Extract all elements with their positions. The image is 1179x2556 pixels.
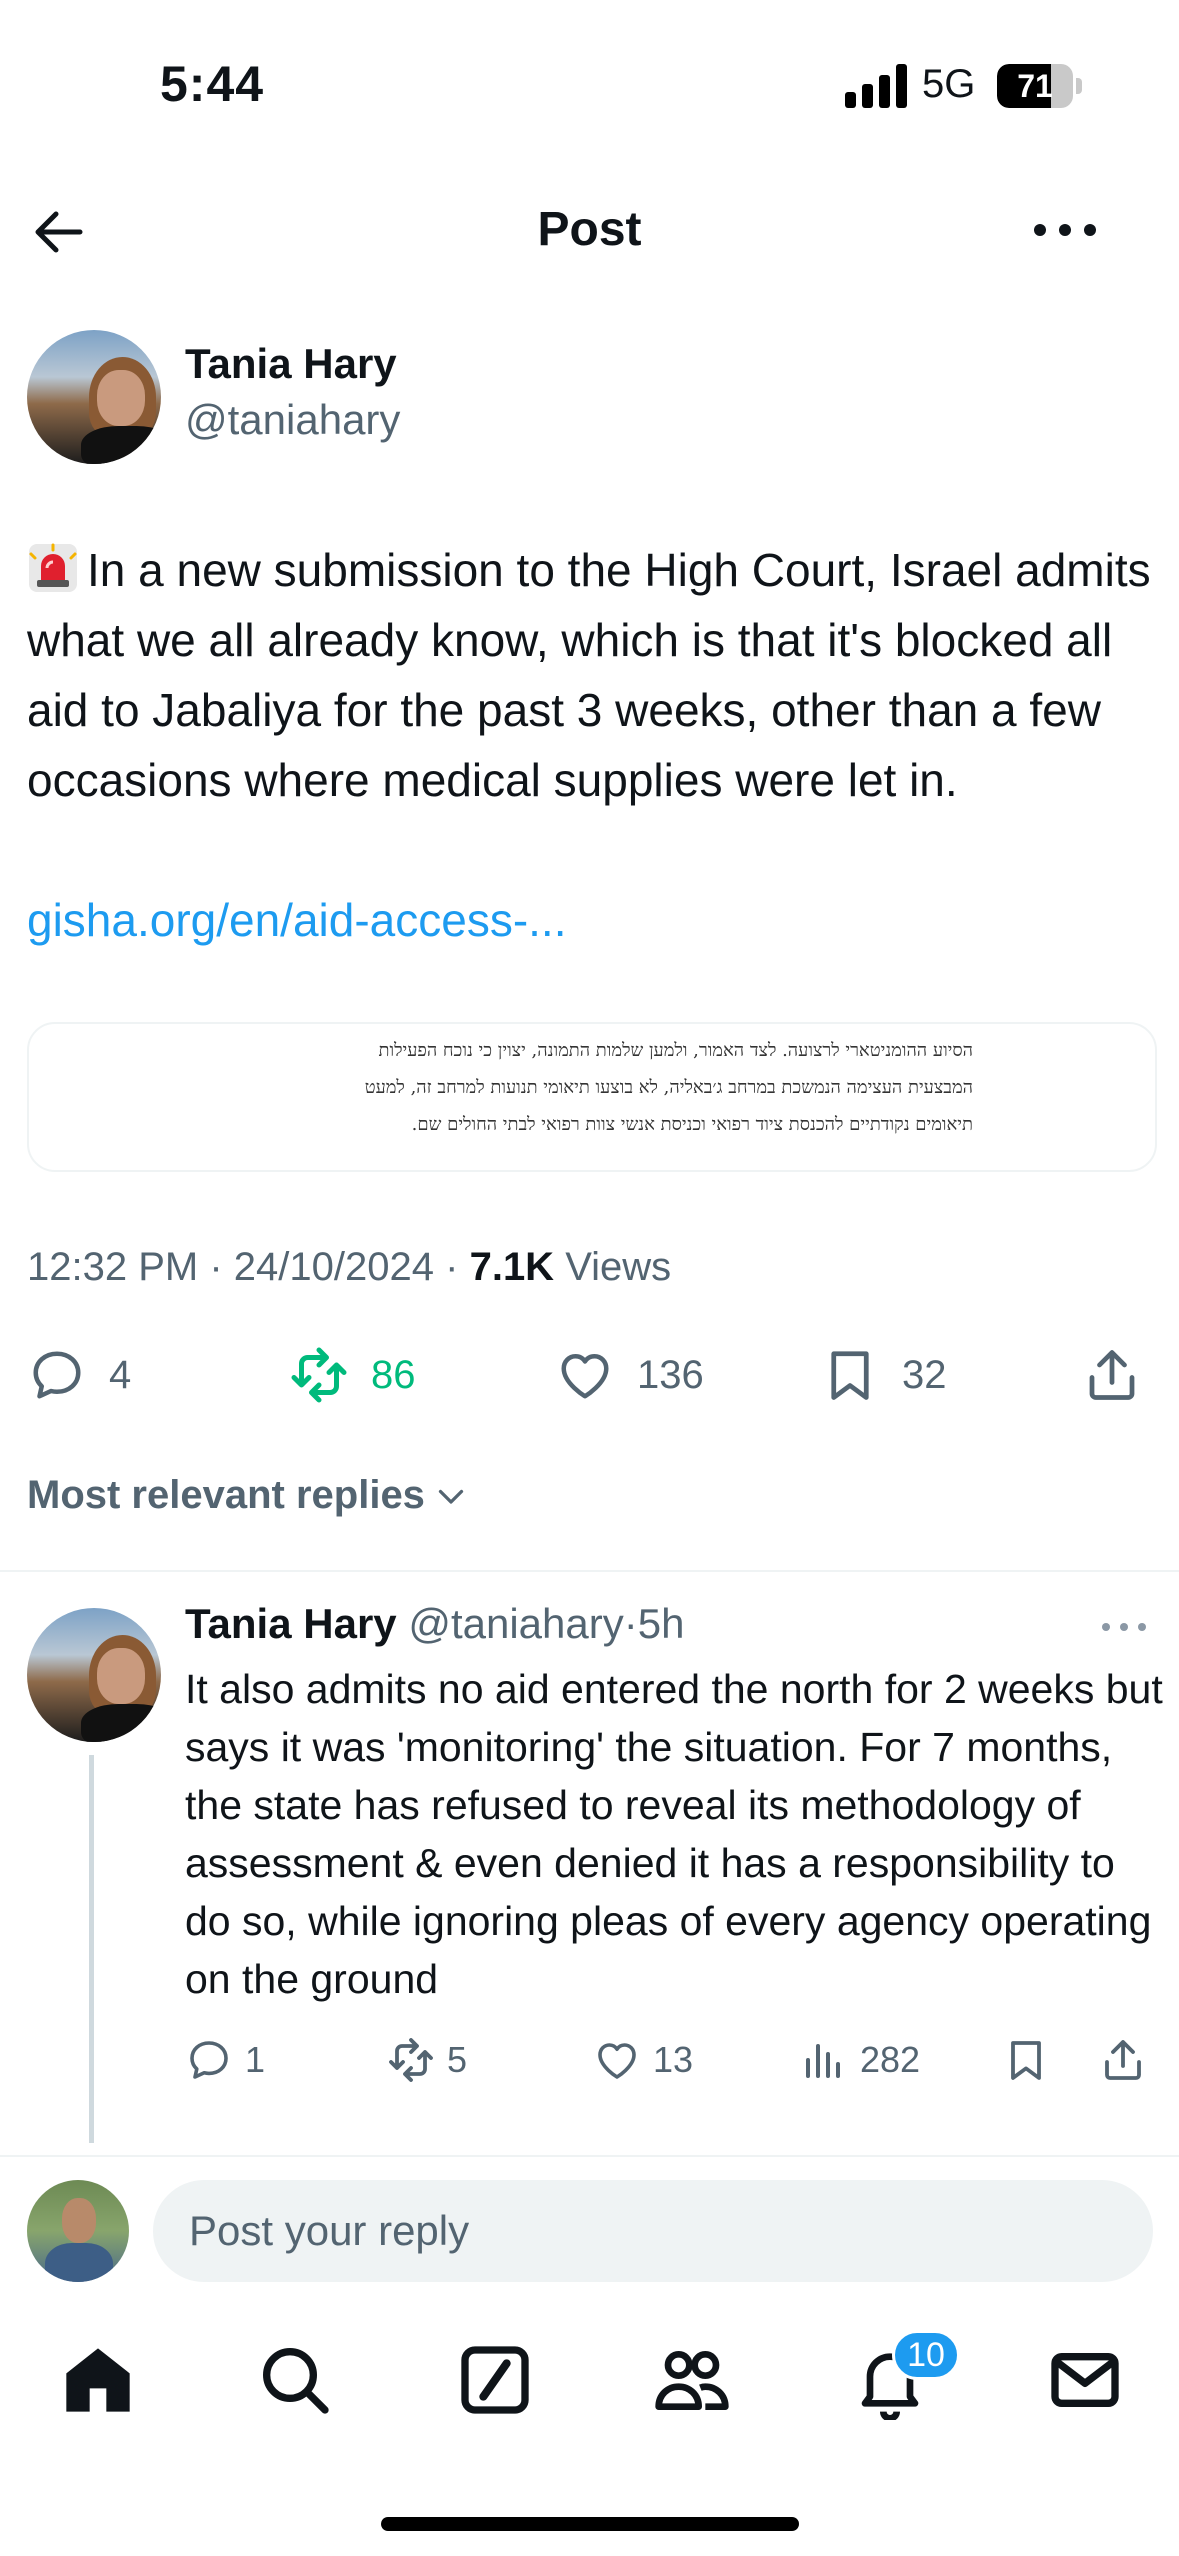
home-indicator[interactable] <box>381 2517 799 2531</box>
reply-view-count: 282 <box>860 2039 921 2080</box>
tab-communities[interactable] <box>652 2340 732 2420</box>
bookmark-icon <box>831 1351 869 1400</box>
reply-share-button[interactable] <box>1099 2025 1147 2095</box>
signal-strength-icon <box>845 64 907 108</box>
bookmark-icon <box>1011 2041 1041 2080</box>
reply-more-icon[interactable] <box>1100 1612 1148 1642</box>
heart-icon <box>561 1354 609 1399</box>
views-label: Views <box>565 1245 672 1289</box>
meta-separator: · <box>209 1245 223 1289</box>
network-type: 5G <box>922 62 976 106</box>
page-title: Post <box>537 203 642 256</box>
post-meta: 12:32 PM · 24/10/2024 · 7.1K Views <box>27 1245 671 1290</box>
tab-grok[interactable] <box>455 2340 535 2420</box>
author-handle[interactable]: @taniahary <box>185 396 400 444</box>
post-date: 24/10/2024 <box>233 1245 434 1289</box>
media-text-line: הסיוע ההומניטארי לרצועה. לצד האמור, ולמע… <box>378 1040 973 1061</box>
view-count: 7.1K <box>469 1245 555 1289</box>
tab-messages[interactable] <box>1045 2340 1125 2420</box>
reply-repost-count: 5 <box>447 2039 468 2080</box>
reply-repost-button[interactable]: 5 <box>387 2025 467 2095</box>
reply-header: Tania Hary @taniahary·5h <box>185 1600 684 1648</box>
repost-button[interactable]: 86 <box>289 1340 416 1410</box>
chevron-down-icon <box>438 1489 464 1504</box>
search-icon <box>263 2348 329 2414</box>
reply-icon <box>190 2041 228 2079</box>
reply-icon <box>33 1351 81 1399</box>
reply-author-handle[interactable]: @taniahary <box>408 1600 623 1647</box>
grok-icon <box>461 2346 529 2414</box>
tab-home[interactable] <box>58 2340 138 2420</box>
post-text: In a new submission to the High Court, I… <box>27 535 1157 815</box>
post-text-body: In a new submission to the High Court, I… <box>27 544 1151 806</box>
status-time: 5:44 <box>160 56 265 112</box>
reply-reply-button[interactable]: 1 <box>185 2025 265 2095</box>
status-bar: 5:44 5G 71 <box>0 0 1179 180</box>
envelope-icon <box>1051 2353 1119 2407</box>
reply-age: 5h <box>637 1600 685 1647</box>
like-button[interactable]: 136 <box>555 1340 704 1410</box>
section-divider <box>0 1570 1179 1572</box>
tab-search[interactable] <box>255 2340 335 2420</box>
siren-icon <box>27 542 79 594</box>
media-image[interactable]: הסיוע ההומניטארי לרצועה. לצד האמור, ולמע… <box>27 1022 1157 1172</box>
home-icon <box>66 2348 130 2412</box>
replies-sort-label: Most relevant replies <box>27 1473 425 1517</box>
reply-like-count: 13 <box>653 2039 694 2080</box>
reply-separator: · <box>623 1600 638 1647</box>
reply-views-button[interactable]: 282 <box>800 2025 920 2095</box>
reply-button[interactable]: 4 <box>27 1340 131 1410</box>
share-icon <box>1089 1350 1135 1400</box>
bookmark-button[interactable]: 32 <box>820 1340 947 1410</box>
reply-reply-count: 1 <box>245 2039 266 2080</box>
media-text-line: המבצעית העצימה הנמשכת במרחב ג׳באליה, לא … <box>364 1077 973 1098</box>
media-text-line: תיאומים נקודתיים להכנסת ציוד רפואי וכניס… <box>411 1114 973 1135</box>
like-count: 136 <box>637 1352 704 1397</box>
notifications-badge: 10 <box>892 2330 960 2380</box>
post-action-bar: 4 86 136 32 <box>0 1340 1179 1410</box>
battery-icon: 71 <box>997 64 1073 108</box>
author-avatar[interactable] <box>27 330 161 464</box>
post-header: Post <box>0 180 1179 280</box>
reply-count: 4 <box>109 1352 132 1397</box>
reply-like-button[interactable]: 13 <box>593 2025 693 2095</box>
reply-text: It also admits no aid entered the north … <box>185 1666 1163 2002</box>
views-chart-icon <box>806 2044 840 2078</box>
bookmark-count: 32 <box>902 1352 947 1397</box>
media-document-text: הסיוע ההומניטארי לרצועה. לצד האמור, ולמע… <box>193 1032 973 1143</box>
author-name[interactable]: Tania Hary <box>185 340 397 388</box>
replies-sort-toggle[interactable]: Most relevant replies <box>27 1473 469 1518</box>
repost-count: 86 <box>371 1352 416 1397</box>
repost-icon <box>291 1347 347 1403</box>
compose-divider <box>0 2155 1179 2157</box>
battery-nub <box>1076 78 1082 94</box>
current-user-avatar[interactable] <box>27 2180 129 2282</box>
post-link[interactable]: gisha.org/en/aid-access-... <box>27 885 567 955</box>
reply-input[interactable]: Post your reply <box>153 2180 1153 2282</box>
reply-bookmark-button[interactable] <box>1002 2025 1050 2095</box>
share-button[interactable] <box>1082 1340 1142 1410</box>
heart-icon <box>598 2043 636 2079</box>
reply-author-avatar[interactable] <box>27 1608 161 1742</box>
reply-action-bar: 1 5 13 282 <box>0 2025 1179 2085</box>
more-horizontal-icon[interactable] <box>1030 210 1100 250</box>
bottom-tab-bar <box>0 2340 1179 2430</box>
reply-author-name[interactable]: Tania Hary <box>185 1600 397 1647</box>
share-icon <box>1105 2040 1141 2080</box>
post-time: 12:32 PM <box>27 1245 199 1289</box>
meta-separator: · <box>445 1245 459 1289</box>
battery-percent: 71 <box>1017 68 1053 104</box>
communities-icon <box>655 2351 729 2410</box>
repost-icon <box>389 2038 433 2082</box>
